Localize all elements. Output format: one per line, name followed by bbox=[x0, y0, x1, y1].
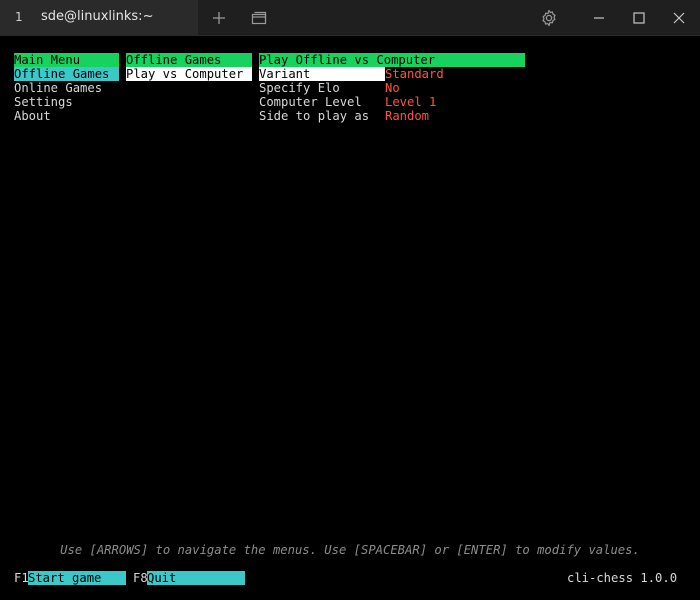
windows-icon[interactable] bbox=[248, 0, 270, 36]
terminal-tab[interactable]: 1 sde@linuxlinks:~ bbox=[0, 0, 198, 36]
option-label-specify-elo[interactable]: Specify Elo bbox=[259, 81, 385, 95]
title-bar: 1 sde@linuxlinks:~ bbox=[0, 0, 700, 36]
f1-key-label: F1 bbox=[14, 571, 28, 585]
quit-button[interactable]: Quit bbox=[147, 571, 245, 585]
start-game-button[interactable]: Start game bbox=[28, 571, 126, 585]
main-menu-header: Main Menu bbox=[14, 53, 119, 67]
option-label-side[interactable]: Side to play as bbox=[259, 109, 385, 123]
terminal-window: 1 sde@linuxlinks:~ Main Menu Offline Gam… bbox=[0, 0, 700, 600]
menu-item-online-games[interactable]: Online Games bbox=[14, 81, 119, 95]
option-value-variant[interactable]: Standard bbox=[385, 67, 525, 81]
f8-key-label: F8 bbox=[133, 571, 147, 585]
menu-item-offline-games[interactable]: Offline Games bbox=[14, 67, 119, 81]
option-value-computer-level[interactable]: Level 1 bbox=[385, 95, 525, 109]
version-label: cli-chess 1.0.0 bbox=[567, 571, 677, 585]
maximize-icon[interactable] bbox=[628, 0, 650, 36]
option-label-variant[interactable]: Variant bbox=[259, 67, 385, 81]
tab-number: 1 bbox=[15, 10, 23, 24]
terminal-content: Main Menu Offline Games Online Games Set… bbox=[0, 36, 700, 600]
gear-icon[interactable] bbox=[537, 0, 561, 36]
options-panel-header: Play Offline vs Computer bbox=[259, 53, 525, 67]
option-value-side[interactable]: Random bbox=[385, 109, 525, 123]
plus-icon[interactable] bbox=[208, 0, 230, 36]
menu-item-about[interactable]: About bbox=[14, 109, 119, 123]
menu-item-settings[interactable]: Settings bbox=[14, 95, 119, 109]
close-icon[interactable] bbox=[668, 0, 690, 36]
offline-menu-header: Offline Games bbox=[126, 53, 252, 67]
option-label-computer-level[interactable]: Computer Level bbox=[259, 95, 385, 109]
tab-title: sde@linuxlinks:~ bbox=[41, 9, 154, 24]
option-value-specify-elo[interactable]: No bbox=[385, 81, 525, 95]
menu-item-play-vs-computer[interactable]: Play vs Computer bbox=[126, 67, 252, 81]
navigation-hint: Use [ARROWS] to navigate the menus. Use … bbox=[60, 543, 640, 557]
minimize-icon[interactable] bbox=[588, 0, 610, 36]
